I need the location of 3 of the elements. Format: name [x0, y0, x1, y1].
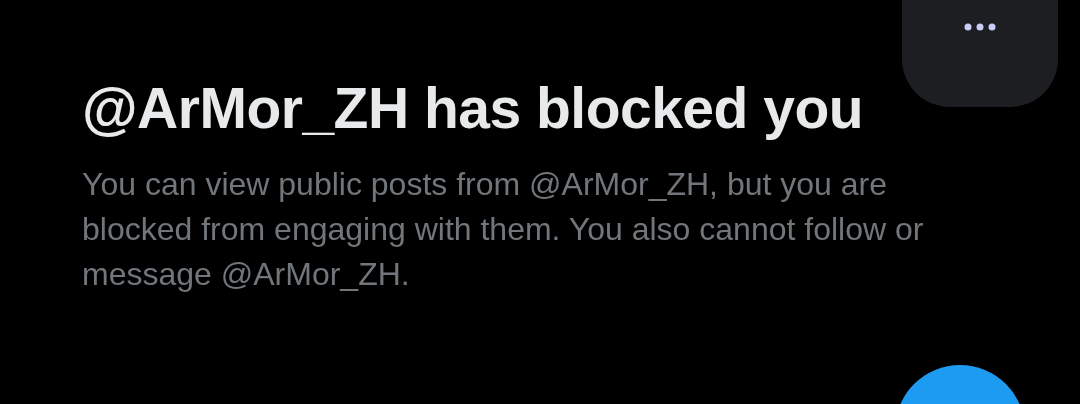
blocked-title: @ArMor_ZH has blocked you [82, 75, 865, 142]
more-icon [963, 22, 997, 32]
blocked-message: You can view public posts from @ArMor_ZH, but you are blocked from engaging with them. You also cannot follow or message @ArMor_ZH. [82, 165, 925, 294]
